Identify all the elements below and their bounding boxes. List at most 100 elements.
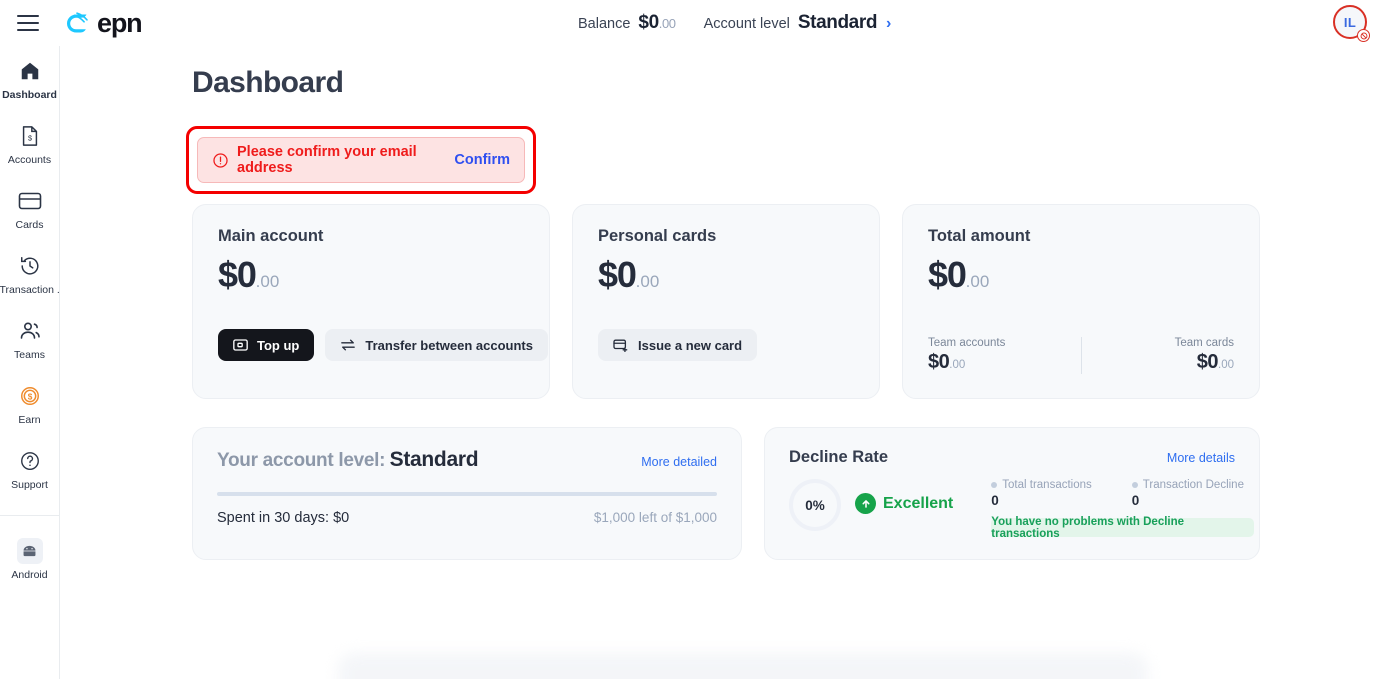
issue-new-card-label: Issue a new card — [638, 337, 743, 353]
dollar-coin-icon: $ — [17, 383, 43, 409]
personal-cards-amount-cents: .00 — [635, 272, 660, 291]
decline-rate-header: Decline Rate More details — [789, 448, 1235, 467]
sidebar-item-label-transaction-history: Transaction ... — [0, 284, 60, 296]
decline-rate-donut: 0% — [789, 479, 841, 531]
sidebar-item-label-support: Support — [11, 479, 48, 491]
sidebar-item-label-dashboard: Dashboard — [2, 89, 57, 101]
account-level-progress-bar — [217, 492, 717, 496]
main-account-card: Main account $0.00 Top up Transfer betwe… — [192, 204, 550, 399]
more-details-link[interactable]: More details — [1167, 451, 1235, 465]
epn-logo[interactable]: epn — [62, 9, 143, 37]
balance-display[interactable]: Balance $0.00 — [578, 12, 676, 34]
stat-transaction-decline: Transaction Decline 0 — [1131, 479, 1244, 508]
account-level-header-label: Account level — [703, 16, 790, 32]
transfer-arrows-icon — [340, 338, 356, 352]
balance-amount-cents: .00 — [658, 16, 676, 31]
decline-rate-panel: Decline Rate More details 0% Excellent T… — [764, 427, 1260, 560]
chevron-right-icon: › — [886, 15, 892, 32]
card-plus-icon — [613, 338, 629, 352]
team-accounts-label: Team accounts — [928, 337, 1006, 349]
sidebar-item-android[interactable]: Android — [0, 538, 60, 581]
sidebar-item-label-android: Android — [11, 569, 48, 581]
arrow-up-circle-icon — [855, 493, 876, 514]
main-content: Dashboard Please confirm your email addr… — [60, 0, 1385, 679]
stat-total-transactions-head: Total transactions — [991, 479, 1092, 491]
alert-message: Please confirm your email address — [237, 144, 417, 176]
total-amount-breakdown: Team accounts $0.00 Team cards $0.00 — [928, 337, 1234, 374]
sidebar-item-accounts[interactable]: $ Accounts — [0, 123, 60, 166]
decline-rate-status: Excellent — [855, 493, 953, 514]
sidebar-item-teams[interactable]: Teams — [0, 318, 60, 361]
history-clock-icon — [17, 253, 43, 279]
confirm-email-link[interactable]: Confirm — [454, 152, 510, 168]
sidebar-item-label-accounts: Accounts — [7, 154, 52, 166]
bottom-panels-row: Your account level: Standard More detail… — [192, 427, 1385, 560]
legend-dot-icon — [991, 482, 998, 488]
decline-rate-note: You have no problems with Decline transa… — [991, 516, 1255, 540]
account-level-spent: Spent in 30 days: $0 — [217, 509, 350, 526]
sidebar-item-label-cards: Cards — [15, 219, 44, 231]
personal-cards-amount: $0.00 — [598, 252, 854, 305]
decline-rate-stats: Total transactions 0 Transaction Decline… — [991, 479, 1255, 540]
personal-cards-title: Personal cards — [598, 227, 717, 245]
account-level-selector[interactable]: Account level Standard › — [704, 12, 892, 34]
top-up-button[interactable]: Top up — [218, 329, 315, 361]
avatar-warning-badge-icon — [1357, 29, 1370, 42]
svg-text:$: $ — [27, 134, 31, 143]
account-level-header: Your account level: Standard More detail… — [217, 448, 717, 472]
main-account-actions: Top up Transfer between accounts — [218, 329, 548, 361]
stat-transaction-decline-value: 0 — [1131, 493, 1140, 508]
team-accounts-amount: $0.00 — [928, 351, 1071, 374]
more-detailed-link[interactable]: More detailed — [641, 455, 717, 469]
main-account-title: Main account — [218, 227, 324, 245]
sidebar-item-dashboard[interactable]: Dashboard — [0, 58, 60, 101]
team-accounts-block: Team accounts $0.00 — [928, 337, 1071, 374]
personal-cards-amount-value: $0 — [598, 254, 637, 295]
total-amount-main: $0 — [928, 254, 967, 295]
page-title: Dashboard — [192, 66, 344, 99]
sidebar-item-transaction-history[interactable]: Transaction ... — [0, 253, 60, 296]
stat-total-transactions: Total transactions 0 — [991, 479, 1092, 508]
personal-cards-actions: Issue a new card — [598, 329, 854, 361]
decline-rate-percent: 0% — [805, 497, 825, 513]
sidebar-divider — [0, 515, 60, 516]
account-level-panel: Your account level: Standard More detail… — [192, 427, 742, 560]
transfer-between-accounts-button[interactable]: Transfer between accounts — [325, 329, 548, 361]
total-amount-title: Total amount — [928, 227, 1031, 245]
account-level-value: Standard — [389, 448, 479, 471]
svg-text:$: $ — [27, 392, 32, 401]
wallet-icon — [233, 338, 248, 352]
decline-rate-body: 0% Excellent Total transactions 0 Transa… — [789, 479, 1255, 540]
account-level-remaining: $1,000 left of $1,000 — [593, 509, 717, 525]
top-up-button-label: Top up — [257, 337, 300, 353]
balance-amount: $0.00 — [638, 12, 676, 34]
avatar[interactable]: IL — [1333, 5, 1370, 42]
legend-dot-icon — [1131, 482, 1138, 488]
balance-amount-value: $0 — [638, 12, 659, 33]
account-level-label: Your account level: — [217, 450, 386, 471]
epn-logo-mark — [67, 12, 88, 33]
sidebar-item-earn[interactable]: $ Earn — [0, 383, 60, 426]
account-level-header-value: Standard — [797, 12, 878, 33]
main-account-amount-value: $0 — [218, 254, 257, 295]
decline-stat-row: Total transactions 0 Transaction Decline… — [991, 479, 1254, 508]
people-icon — [17, 318, 43, 344]
issue-new-card-button[interactable]: Issue a new card — [598, 329, 758, 361]
account-level-footer: Spent in 30 days: $0 $1,000 left of $1,0… — [217, 510, 717, 526]
hamburger-icon[interactable] — [17, 15, 39, 31]
team-cards-amount-value: $0 — [1196, 351, 1219, 373]
transfer-button-label: Transfer between accounts — [365, 337, 533, 353]
main-account-amount-cents: .00 — [255, 272, 280, 291]
credit-card-icon — [17, 188, 43, 214]
balance-label: Balance — [578, 16, 631, 32]
alert-circle-icon — [212, 152, 229, 169]
total-amount-card: Total amount $0.00 Team accounts $0.00 T… — [902, 204, 1260, 399]
team-cards-amount: $0.00 — [1092, 351, 1234, 374]
summary-cards-row: Main account $0.00 Top up Transfer betwe… — [192, 204, 1385, 399]
sidebar-item-cards[interactable]: Cards — [0, 188, 60, 231]
stat-transaction-decline-label: Transaction Decline — [1142, 479, 1244, 491]
sidebar-item-support[interactable]: Support — [0, 448, 60, 491]
team-cards-amount-cents: .00 — [1218, 359, 1234, 371]
stat-total-transactions-value: 0 — [991, 493, 999, 508]
partially-visible-card — [338, 653, 1148, 679]
